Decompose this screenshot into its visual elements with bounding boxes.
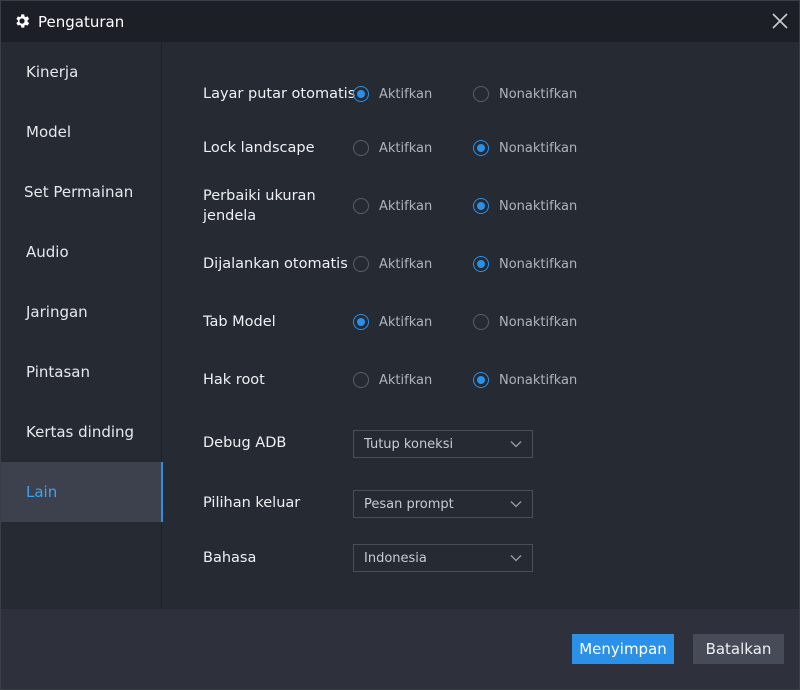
select-value: Indonesia [364, 550, 427, 566]
radio-option-on[interactable]: Aktifkan [353, 372, 432, 388]
footer-bar: Menyimpan Batalkan [1, 609, 799, 689]
sidebar-item-set-permainan[interactable]: Set Permainan [1, 162, 162, 222]
sidebar-item-label: Audio [26, 243, 69, 261]
radio-button[interactable] [473, 372, 489, 388]
chevron-down-icon [510, 555, 522, 562]
setting-label: Pilihan keluar [203, 495, 301, 511]
select-value: Pesan prompt [364, 496, 454, 512]
radio-button[interactable] [353, 372, 369, 388]
radio-button[interactable] [473, 198, 489, 214]
radio-label: Aktifkan [379, 140, 433, 156]
radio-option-on[interactable]: Aktifkan [353, 86, 432, 102]
radio-label: Nonaktifkan [499, 198, 578, 214]
radio-option-off[interactable]: Nonaktifkan [473, 372, 577, 388]
setting-label: Tab Model [203, 314, 276, 330]
chevron-down-icon [510, 501, 522, 508]
radio-button[interactable] [353, 198, 369, 214]
sidebar-item-label: Lain [26, 483, 58, 501]
radio-option-on[interactable]: Aktifkan [353, 314, 432, 330]
sidebar-item-label: Kinerja [26, 63, 79, 81]
save-button[interactable]: Menyimpan [572, 634, 674, 664]
chevron-down-icon [510, 441, 522, 448]
close-icon[interactable] [769, 10, 791, 32]
exit-option-select[interactable]: Pesan prompt [353, 490, 533, 518]
radio-button[interactable] [473, 140, 489, 156]
sidebar-item-label: Model [26, 123, 72, 141]
radio-button[interactable] [353, 86, 369, 102]
radio-button[interactable] [473, 256, 489, 272]
setting-label: Lock landscape [203, 140, 315, 156]
radio-option-off[interactable]: Nonaktifkan [473, 256, 577, 272]
sidebar-item-audio[interactable]: Audio [1, 222, 162, 282]
radio-option-off[interactable]: Nonaktifkan [473, 198, 577, 214]
radio-option-on[interactable]: Aktifkan [353, 140, 432, 156]
radio-button[interactable] [353, 314, 369, 330]
radio-label: Nonaktifkan [499, 314, 578, 330]
cancel-button[interactable]: Batalkan [693, 634, 784, 664]
sidebar-item-label: Set Permainan [24, 183, 134, 201]
radio-label: Nonaktifkan [499, 86, 578, 102]
sidebar-item-label: Jaringan [26, 303, 88, 321]
sidebar-item-pintasan[interactable]: Pintasan [1, 342, 162, 402]
settings-sidebar: Kinerja Model Set Permainan Audio Jaring… [1, 42, 164, 609]
setting-label: Hak root [203, 372, 265, 388]
radio-option-off[interactable]: Nonaktifkan [473, 86, 577, 102]
radio-button[interactable] [473, 314, 489, 330]
settings-window: Pengaturan Kinerja Model Set Permainan A… [0, 0, 800, 690]
settings-content: Layar putar otomatis Aktifkan Nonaktifka… [163, 42, 799, 609]
window-title: Pengaturan [38, 13, 125, 31]
sidebar-item-jaringan[interactable]: Jaringan [1, 282, 162, 342]
setting-label: Layar putar otomatis [203, 86, 356, 102]
sidebar-item-label: Pintasan [26, 363, 90, 381]
setting-label: Debug ADB [203, 435, 287, 451]
debug-adb-select[interactable]: Tutup koneksi [353, 430, 533, 458]
radio-label: Aktifkan [379, 86, 433, 102]
radio-option-on[interactable]: Aktifkan [353, 256, 432, 272]
radio-label: Nonaktifkan [499, 372, 578, 388]
gear-icon [16, 14, 30, 28]
setting-label: Perbaiki ukuran jendela [203, 188, 316, 224]
setting-label: Dijalankan otomatis [203, 256, 348, 272]
radio-option-off[interactable]: Nonaktifkan [473, 314, 577, 330]
sidebar-item-label: Kertas dinding [26, 423, 135, 441]
sidebar-item-kertas-dinding[interactable]: Kertas dinding [1, 402, 162, 462]
sidebar-item-model[interactable]: Model [1, 102, 162, 162]
radio-label: Aktifkan [379, 198, 433, 214]
radio-label: Aktifkan [379, 256, 433, 272]
select-value: Tutup koneksi [364, 436, 454, 452]
language-select[interactable]: Indonesia [353, 544, 533, 572]
radio-label: Aktifkan [379, 372, 433, 388]
radio-button[interactable] [473, 86, 489, 102]
sidebar-item-lain[interactable]: Lain [1, 462, 164, 522]
radio-label: Nonaktifkan [499, 256, 578, 272]
radio-option-on[interactable]: Aktifkan [353, 198, 432, 214]
radio-button[interactable] [353, 140, 369, 156]
radio-button[interactable] [353, 256, 369, 272]
radio-option-off[interactable]: Nonaktifkan [473, 140, 577, 156]
radio-label: Aktifkan [379, 314, 433, 330]
radio-label: Nonaktifkan [499, 140, 578, 156]
sidebar-item-kinerja[interactable]: Kinerja [1, 42, 162, 102]
title-bar: Pengaturan [1, 1, 799, 42]
setting-label: Bahasa [203, 550, 257, 566]
